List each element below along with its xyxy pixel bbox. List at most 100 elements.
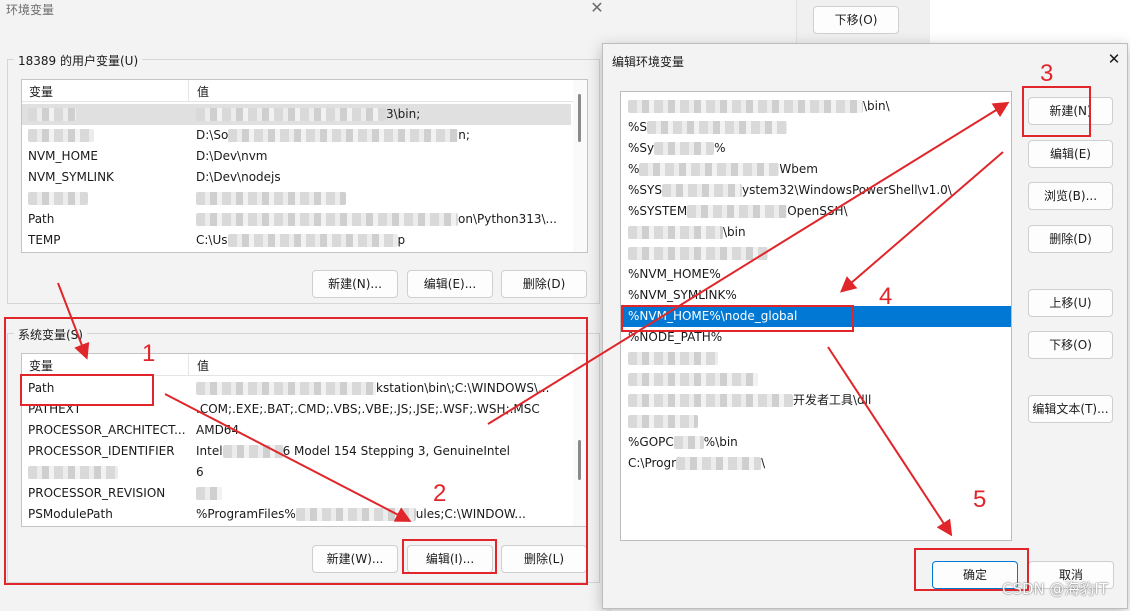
table-row[interactable]: TEMP C:\Us p (22, 230, 571, 251)
blurred-text (196, 192, 346, 205)
list-item[interactable]: %SYS ystem32\WindowsPowerShell\v1.0\ (621, 180, 1011, 201)
blurred-text (654, 142, 715, 155)
user-delete-button[interactable]: 删除(D) (501, 270, 587, 298)
list-item-tail: OpenSSH\ (787, 204, 848, 218)
delete-button[interactable]: 删除(D) (1028, 225, 1113, 253)
blurred-text (628, 394, 793, 407)
list-item-tail: %\bin (703, 435, 738, 449)
blurred-text (647, 121, 788, 134)
watermark: CSDN @海豹IT (1002, 580, 1109, 598)
blurred-text (628, 226, 723, 239)
blurred-text (228, 129, 459, 142)
list-item[interactable]: % Wbem (621, 159, 1011, 180)
background-move-down-button[interactable]: 下移(O) (813, 6, 899, 34)
list-item[interactable]: %GOPC %\bin (621, 432, 1011, 453)
blurred-text (687, 205, 788, 218)
table-row[interactable]: D:\So n; (22, 125, 571, 146)
blurred-text (628, 373, 758, 386)
list-item[interactable]: %NVM_SYMLINK% (621, 285, 1011, 306)
blurred-text (196, 213, 458, 226)
edit-text-button[interactable]: 编辑文本(T)... (1028, 395, 1113, 423)
column-header-value[interactable]: 值 (197, 83, 209, 100)
blurred-text (227, 234, 398, 247)
blurred-text (628, 352, 718, 365)
step-number-3: 3 (1040, 60, 1054, 87)
scrollbar-thumb[interactable] (578, 94, 581, 142)
value-cell: D:\Dev\nodejs (196, 170, 281, 184)
background-window-panel: 下移(O) (796, 0, 930, 44)
list-item-text: %SYS (628, 183, 662, 197)
blurred-text (196, 108, 386, 121)
list-item[interactable]: %NVM_HOME% (621, 264, 1011, 285)
window-title: 环境变量 (6, 3, 55, 17)
list-item[interactable]: %S (621, 117, 1011, 138)
close-icon[interactable]: ✕ (586, 0, 608, 20)
blurred-text (673, 436, 704, 449)
blurred-text (28, 192, 88, 205)
list-item-tail: % (714, 141, 726, 155)
column-header-name[interactable]: 变量 (29, 83, 53, 100)
list-item-text: %SYSTEM (628, 204, 688, 218)
user-variables-label: 18389 的用户变量(U) (14, 52, 143, 69)
list-item[interactable] (621, 348, 1011, 369)
list-item[interactable]: C:\Progr \ (621, 453, 1011, 474)
close-icon[interactable]: ✕ (1105, 50, 1123, 68)
list-item[interactable] (621, 411, 1011, 432)
table-row[interactable]: NVM_HOME D:\Dev\nvm (22, 146, 571, 167)
list-item[interactable] (621, 369, 1011, 390)
blurred-text (628, 100, 863, 113)
value-cell: 3\bin; (386, 107, 421, 121)
dialog-title: 编辑环境变量 (612, 55, 685, 69)
list-item[interactable] (621, 243, 1011, 264)
name-cell: TEMP (28, 233, 61, 247)
table-row[interactable]: Path on\Python313\... (22, 209, 571, 230)
step-number-1: 1 (142, 340, 156, 367)
user-edit-button[interactable]: 编辑(E)... (407, 270, 493, 298)
step-number-2: 2 (433, 480, 447, 507)
list-item-text: \bin\ (863, 99, 890, 113)
list-header: 变量 值 (22, 80, 587, 102)
annotation-box-system-vars (4, 317, 588, 585)
table-row[interactable]: 3\bin; (22, 104, 571, 125)
list-item-tail: \ (761, 456, 766, 470)
list-item-text: C:\Progr (628, 456, 677, 470)
scrollbar[interactable] (573, 80, 587, 252)
list-item[interactable]: \bin (621, 222, 1011, 243)
table-row[interactable] (22, 188, 571, 209)
list-item-tail: 开发者工具\dll (793, 393, 872, 407)
list-item-tail: \bin (723, 225, 746, 239)
list-item-tail: ystem32\WindowsPowerShell\v1.0\ (741, 183, 952, 197)
annotation-box-selected-entry (621, 305, 854, 332)
value-cell: D:\Dev\nvm (196, 149, 268, 163)
list-item-text: %GOPC (628, 435, 674, 449)
list-item[interactable]: %Sy% (621, 138, 1011, 159)
blurred-text (639, 163, 780, 176)
value-cell: D:\So (196, 128, 229, 142)
value-cell: C:\Us (196, 233, 228, 247)
blurred-text (661, 184, 742, 197)
value-cell-tail: n; (458, 128, 470, 142)
blurred-text (28, 129, 94, 142)
list-item[interactable]: \bin\ (621, 96, 1011, 117)
value-cell-tail: p (397, 233, 406, 247)
step-number-5: 5 (973, 486, 987, 513)
blurred-text (28, 108, 76, 121)
name-cell: NVM_SYMLINK (28, 170, 114, 184)
list-item[interactable]: %SYSTEM OpenSSH\ (621, 201, 1011, 222)
name-cell: NVM_HOME (28, 149, 98, 163)
value-cell: on\Python313\... (458, 212, 557, 226)
move-down-button[interactable]: 下移(O) (1028, 331, 1113, 359)
user-new-button[interactable]: 新建(N)... (312, 270, 398, 298)
list-item-text: % (628, 162, 640, 176)
blurred-text (628, 247, 768, 260)
table-row[interactable]: NVM_SYMLINK D:\Dev\nodejs (22, 167, 571, 188)
background-window (612, 0, 802, 44)
list-item[interactable]: 开发者工具\dll (621, 390, 1011, 411)
browse-button[interactable]: 浏览(B)... (1028, 182, 1113, 210)
step-number-4: 4 (879, 283, 893, 310)
move-up-button[interactable]: 上移(U) (1028, 289, 1113, 317)
annotation-box-path (20, 374, 154, 406)
user-variables-list[interactable]: 变量 值 3\bin; D:\So n; NVM_HOME D:\Dev\nvm … (21, 79, 588, 253)
blurred-text (628, 415, 698, 428)
edit-button[interactable]: 编辑(E) (1028, 140, 1113, 168)
